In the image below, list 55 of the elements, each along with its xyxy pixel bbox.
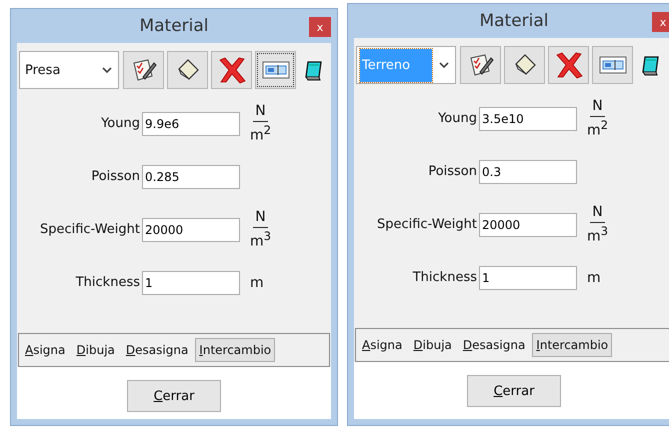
property-field[interactable]: 3.5e10	[479, 106, 577, 130]
property-field[interactable]: 0.285	[142, 164, 240, 188]
property-label: Young	[437, 111, 477, 126]
action-tab[interactable]: Intercambio	[195, 338, 276, 362]
property-field[interactable]: 20000	[479, 212, 577, 236]
property-field[interactable]: 1	[142, 270, 240, 294]
checklist-pencil-icon	[130, 57, 156, 83]
action-tab[interactable]: Desasigna	[458, 333, 530, 357]
form-button[interactable]	[255, 51, 296, 89]
action-tab[interactable]: Dibuja	[409, 333, 456, 357]
unit-fraction: N m$^{3}$	[587, 204, 608, 245]
window-title: Material	[139, 16, 209, 36]
unit-fraction: N m$^{2}$	[250, 103, 272, 144]
form-button[interactable]	[592, 46, 633, 84]
property-label: Young	[100, 116, 140, 131]
property-field[interactable]: 0.3	[479, 160, 577, 184]
property-label: Poisson	[90, 169, 140, 184]
chevron-icon	[439, 62, 449, 68]
property-label: Specific-Weight	[38, 222, 140, 237]
close-dialog-button[interactable]: Cerrar	[127, 380, 221, 412]
delete-icon	[216, 55, 246, 85]
action-tab[interactable]: Asigna	[358, 333, 406, 357]
property-label: Poisson	[427, 164, 477, 179]
edit-button[interactable]	[460, 46, 501, 84]
chevron-icon	[102, 67, 112, 73]
action-tab[interactable]: Dibuja	[72, 338, 119, 362]
unit-fraction: N m$^{3}$	[250, 209, 272, 250]
property-field[interactable]: 20000	[142, 218, 240, 242]
unit-label: m	[250, 274, 264, 290]
notebook-icon[interactable]	[640, 54, 660, 76]
close-dialog-button[interactable]: Cerrar	[467, 375, 561, 407]
window-title: Material	[479, 11, 549, 31]
action-tab[interactable]: Intercambio	[532, 333, 612, 357]
close-button[interactable]: x	[309, 17, 331, 37]
form-icon	[262, 60, 290, 80]
checklist-pencil-icon	[468, 52, 494, 78]
property-field[interactable]: 9.9e6	[142, 112, 240, 136]
unit-label: m	[587, 270, 601, 286]
delete-button[interactable]	[548, 46, 589, 84]
property-label: Thickness	[74, 275, 140, 290]
action-tab[interactable]: Desasigna	[122, 338, 192, 362]
action-tab[interactable]: Asigna	[21, 338, 70, 362]
sheet-button[interactable]	[504, 46, 545, 84]
property-label: Thickness	[412, 270, 477, 285]
property-label: Specific-Weight	[376, 217, 477, 232]
edit-button[interactable]	[123, 51, 164, 89]
property-field[interactable]: 1	[479, 266, 577, 290]
notebook-icon[interactable]	[303, 59, 323, 81]
material-dropdown[interactable]: Presa	[19, 51, 119, 89]
delete-icon	[554, 50, 584, 80]
delete-button[interactable]	[211, 51, 252, 89]
sheet-button[interactable]	[167, 51, 208, 89]
form-icon	[598, 55, 626, 75]
close-button[interactable]: x	[652, 12, 669, 32]
unit-fraction: N m$^{2}$	[587, 98, 608, 139]
